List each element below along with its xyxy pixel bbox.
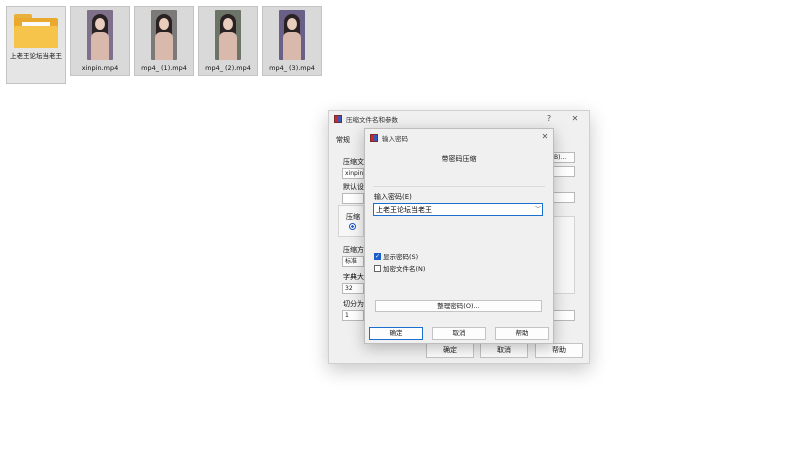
archive-name-field[interactable]: xinpin: [342, 168, 364, 179]
format-label: 压缩: [346, 213, 360, 221]
ok-button[interactable]: 确定: [369, 327, 423, 340]
back-help-button[interactable]: 帮助: [535, 343, 583, 358]
encrypt-filenames-checkbox[interactable]: 加密文件名(N): [374, 263, 425, 273]
method-label: 压缩方: [343, 246, 364, 254]
winrar-icon: [334, 115, 342, 123]
dictionary-field[interactable]: 32: [342, 283, 364, 294]
file-name: mp4_ (2).mp4: [205, 64, 251, 72]
method-field[interactable]: 标准: [342, 256, 364, 267]
dictionary-label: 字典大: [343, 273, 364, 281]
video-file-item[interactable]: mp4_ (2).mp4: [198, 6, 258, 76]
tab-general[interactable]: 常规: [336, 135, 350, 145]
profile-field[interactable]: [342, 193, 364, 204]
cancel-button[interactable]: 取消: [432, 327, 486, 340]
options-panel: [551, 216, 575, 294]
divider: [373, 186, 545, 187]
archive-name-label: 压缩文: [343, 158, 364, 166]
split-label: 切分为: [343, 300, 364, 308]
browse-button[interactable]: B)...: [551, 152, 575, 163]
video-file-item[interactable]: xinpin.mp4: [70, 6, 130, 76]
dialog-titlebar: 压缩文件名和参数 ? ✕: [329, 111, 589, 127]
split-field[interactable]: 1: [342, 310, 364, 321]
file-name: xinpin.mp4: [81, 64, 119, 72]
dialog-heading: 带密码压缩: [441, 155, 477, 163]
checkbox-icon: ✓: [374, 252, 381, 260]
video-thumbnail: [279, 10, 305, 60]
file-name: 上老王论坛当老王: [10, 52, 62, 60]
dialog-titlebar: 输入密码 ✕: [365, 129, 553, 146]
back-ok-button[interactable]: 确定: [426, 343, 474, 358]
dialog-title: 输入密码: [382, 134, 408, 143]
folder-icon: [12, 14, 60, 48]
password-label: 输入密码(E): [374, 193, 412, 201]
password-input[interactable]: [373, 203, 543, 216]
checkbox-icon: [374, 264, 381, 272]
dialog-title: 压缩文件名和参数: [346, 116, 398, 124]
password-dialog: 输入密码 ✕ 带密码压缩 输入密码(E) ﹀ ✓ 显示密码(S) 加密文件名(N…: [364, 128, 554, 344]
video-thumbnail: [215, 10, 241, 60]
archive-name-dropdown[interactable]: [551, 166, 575, 177]
folder-item[interactable]: 上老王论坛当老王: [6, 6, 66, 84]
format-radio[interactable]: [349, 223, 356, 230]
organize-passwords-button[interactable]: 整理密码(O)...: [375, 300, 542, 312]
help-icon[interactable]: ?: [543, 113, 555, 125]
file-name: mp4_ (1).mp4: [141, 64, 187, 72]
split-unit-dropdown[interactable]: [551, 310, 575, 321]
help-button[interactable]: 帮助: [495, 327, 549, 340]
file-grid: 上老王论坛当老王 xinpin.mp4 mp4_ (1).mp4 mp4_ (2…: [6, 6, 322, 84]
close-icon[interactable]: ✕: [539, 131, 551, 143]
video-thumbnail: [87, 10, 113, 60]
show-password-checkbox[interactable]: ✓ 显示密码(S): [374, 251, 418, 261]
checkbox-label: 加密文件名(N): [383, 265, 426, 273]
chevron-down-icon[interactable]: ﹀: [533, 204, 543, 215]
update-mode-dropdown[interactable]: [551, 192, 575, 203]
video-thumbnail: [151, 10, 177, 60]
back-cancel-button[interactable]: 取消: [480, 343, 528, 358]
file-name: mp4_ (3).mp4: [269, 64, 315, 72]
video-file-item[interactable]: mp4_ (1).mp4: [134, 6, 194, 76]
checkbox-label: 显示密码(S): [383, 253, 419, 261]
winrar-icon: [370, 133, 378, 142]
profile-label: 默认设: [343, 183, 364, 191]
video-file-item[interactable]: mp4_ (3).mp4: [262, 6, 322, 76]
close-icon[interactable]: ✕: [569, 113, 581, 125]
